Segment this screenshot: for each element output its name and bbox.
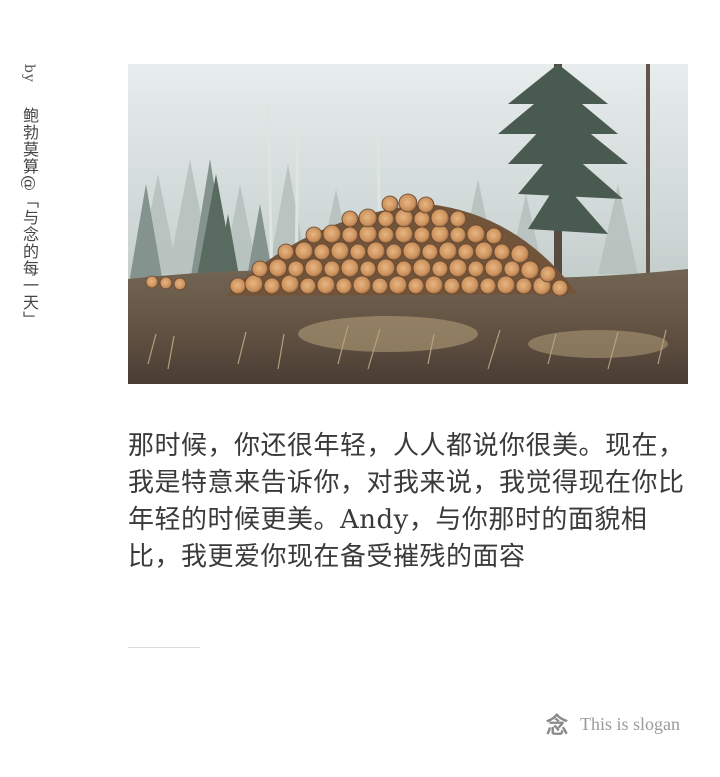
cover-photo [128, 64, 688, 384]
quote-text: 那时候，你还很年轻，人人都说你很美。现在，我是特意来告诉你，对我来说，我觉得现在… [128, 431, 685, 572]
credit-author-name: 鲍勃莫算@「与念的每一天」 [20, 106, 39, 328]
brand-mark-icon: 念 [545, 713, 568, 739]
log-pile-forest-illustration [128, 64, 688, 384]
credit-by-label: by [21, 64, 37, 83]
slogan: 念 This is slogan [546, 708, 680, 740]
author-credit: by 鲍勃莫算@「与念的每一天」 [18, 64, 40, 328]
divider [128, 647, 200, 648]
slogan-text: This is slogan [579, 713, 680, 734]
